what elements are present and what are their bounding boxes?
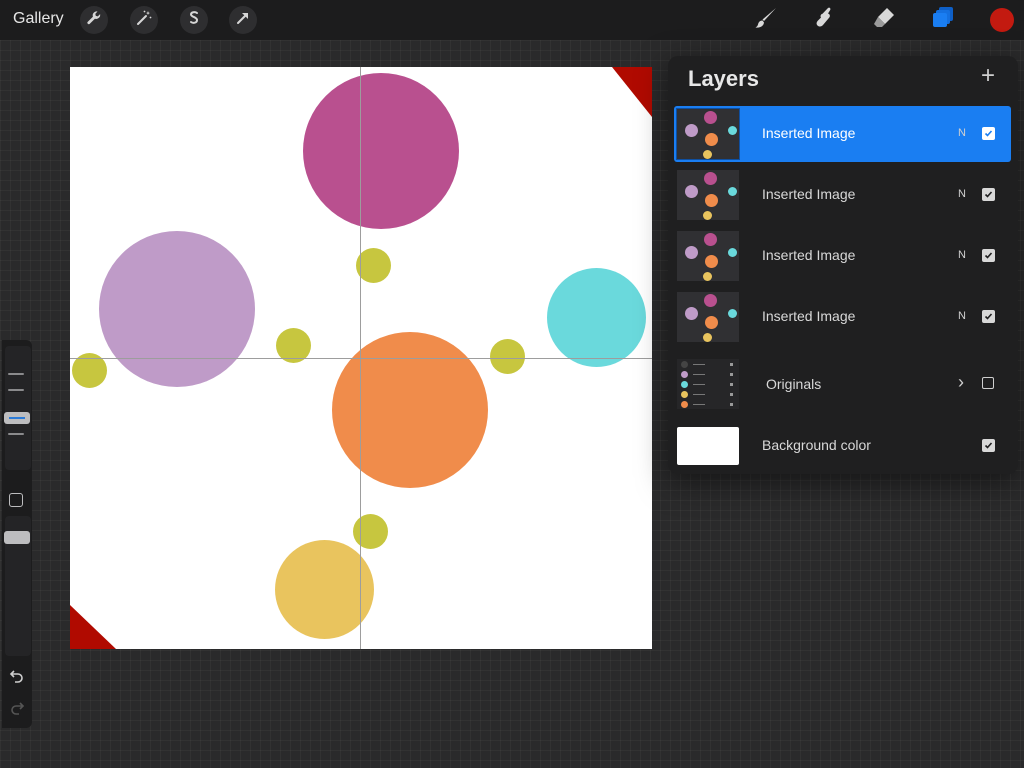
background-color-swatch: [677, 427, 739, 465]
corner-marker-top-right: [612, 67, 652, 117]
checkmark-icon: [984, 125, 993, 143]
brush-size-handle[interactable]: [4, 412, 30, 424]
size-tick: [8, 373, 24, 375]
olive-dot-bottom: [353, 514, 388, 549]
layer-name: Inserted Image: [762, 247, 856, 263]
sidebar: [2, 340, 32, 728]
chevron-right-icon[interactable]: ›: [958, 372, 964, 393]
checkmark-icon: [984, 308, 993, 326]
layers-icon: [930, 5, 956, 36]
undo-icon: [9, 668, 25, 689]
layers-button[interactable]: [929, 6, 957, 34]
actions-button[interactable]: [80, 6, 108, 34]
layer-visibility-checkbox[interactable]: [982, 127, 995, 140]
layer-thumbnail: [676, 108, 740, 160]
transform-button[interactable]: [229, 6, 257, 34]
layer-group-row[interactable]: Originals ›: [674, 356, 1011, 412]
blend-mode-button[interactable]: N: [958, 249, 966, 261]
olive-dot-right: [490, 339, 525, 374]
layers-panel: Layers + Inserted Image N Inserted Image…: [668, 56, 1018, 474]
horizontal-guide-line: [70, 358, 652, 359]
adjustments-button[interactable]: [130, 6, 158, 34]
layer-visibility-checkbox[interactable]: [982, 439, 995, 452]
redo-icon: [9, 700, 25, 721]
layer-row[interactable]: Inserted Image N: [674, 289, 1011, 345]
layer-visibility-checkbox[interactable]: [982, 249, 995, 262]
layer-thumbnail: [677, 231, 739, 281]
magenta-circle: [303, 73, 459, 229]
layer-visibility-checkbox[interactable]: [982, 188, 995, 201]
brush-icon: [753, 5, 779, 36]
redo-button[interactable]: [2, 698, 32, 722]
blend-mode-button[interactable]: N: [958, 188, 966, 200]
layer-row[interactable]: Background color: [674, 418, 1011, 474]
layer-visibility-checkbox[interactable]: [982, 377, 994, 389]
size-tick: [8, 389, 24, 391]
gallery-button[interactable]: Gallery: [13, 10, 64, 28]
layer-name: Inserted Image: [762, 308, 856, 324]
blend-mode-button[interactable]: N: [958, 127, 966, 139]
eraser-icon: [871, 5, 897, 36]
checkmark-icon: [984, 186, 993, 204]
blend-mode-button[interactable]: N: [958, 310, 966, 322]
selection-button[interactable]: [180, 6, 208, 34]
lavender-circle: [99, 231, 255, 387]
opacity-handle[interactable]: [4, 531, 30, 544]
layer-thumbnail: [677, 170, 739, 220]
wrench-icon: [85, 9, 103, 32]
undo-button[interactable]: [2, 666, 32, 690]
layer-name: Background color: [762, 437, 871, 453]
layer-row[interactable]: Inserted Image N: [674, 106, 1011, 162]
magic-wand-icon: [135, 9, 153, 32]
smudge-button[interactable]: [811, 6, 839, 34]
checkmark-icon: [984, 247, 993, 265]
modify-button[interactable]: [9, 493, 23, 507]
layer-name: Inserted Image: [762, 125, 856, 141]
brush-button[interactable]: [752, 6, 780, 34]
drawing-canvas[interactable]: [70, 67, 652, 649]
olive-dot-top: [356, 248, 391, 283]
checkmark-icon: [984, 437, 993, 455]
smudge-icon: [812, 5, 838, 36]
layer-row[interactable]: Inserted Image N: [674, 167, 1011, 223]
group-thumbnail: [677, 359, 739, 409]
size-tick: [8, 433, 24, 435]
color-picker-button[interactable]: [990, 8, 1014, 32]
layer-name: Originals: [766, 376, 822, 392]
orange-circle: [332, 332, 488, 488]
layer-row[interactable]: Inserted Image N: [674, 228, 1011, 284]
brush-size-slider[interactable]: [5, 346, 31, 470]
top-toolbar: Gallery: [0, 0, 1024, 40]
layer-visibility-checkbox[interactable]: [982, 310, 995, 323]
layer-thumbnail: [677, 292, 739, 342]
add-layer-button[interactable]: +: [976, 64, 1000, 88]
cyan-circle: [547, 268, 646, 367]
eraser-button[interactable]: [870, 6, 898, 34]
layers-title: Layers: [688, 66, 759, 91]
transform-arrow-icon: [234, 9, 252, 32]
selection-icon: [185, 9, 203, 32]
layer-name: Inserted Image: [762, 186, 856, 202]
corner-marker-bottom-left: [70, 605, 116, 649]
